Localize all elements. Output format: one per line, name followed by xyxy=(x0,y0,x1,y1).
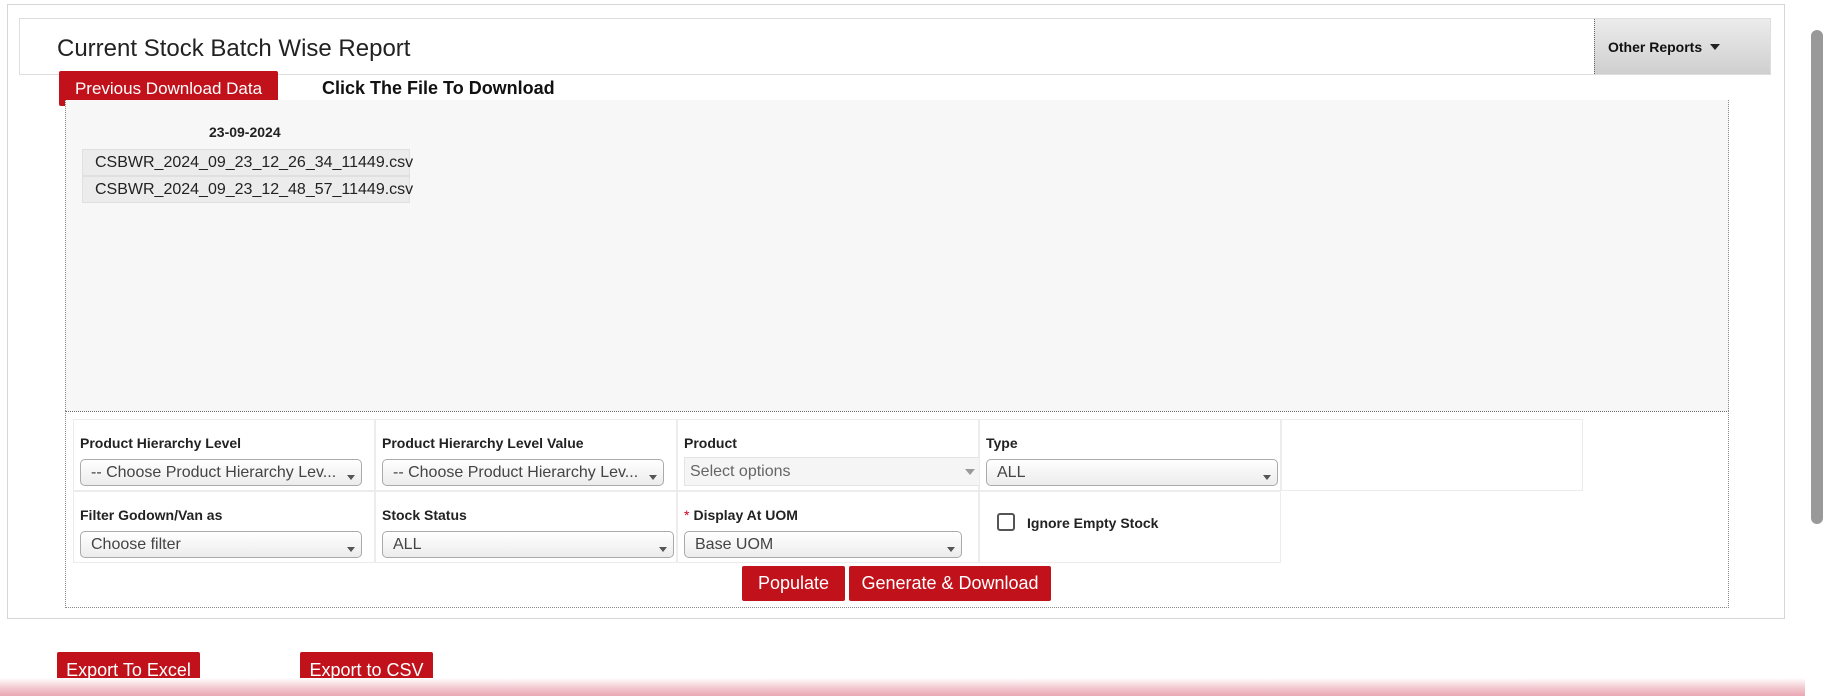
stock-status-label: Stock Status xyxy=(382,507,467,523)
product-label: Product xyxy=(684,435,737,451)
caret-down-icon xyxy=(1710,43,1721,50)
click-file-label: Click The File To Download xyxy=(322,78,555,98)
type-value: ALL xyxy=(997,464,1026,481)
required-marker: * xyxy=(684,507,690,523)
product-hierarchy-level-label: Product Hierarchy Level xyxy=(80,435,242,451)
footer-gradient xyxy=(0,678,1805,696)
stock-status-cell: Stock Status ALL xyxy=(375,491,677,563)
product-hierarchy-level-select[interactable]: -- Choose Product Hierarchy Lev... xyxy=(80,459,362,486)
chevron-down-icon xyxy=(347,475,355,480)
stock-status-value: ALL xyxy=(393,536,422,553)
product-hierarchy-level-cell: Product Hierarchy Level -- Choose Produc… xyxy=(73,419,375,491)
chevron-down-icon xyxy=(659,547,667,552)
product-hierarchy-level-value: -- Choose Product Hierarchy Lev... xyxy=(91,464,337,481)
filter-godown-select[interactable]: Choose filter xyxy=(80,531,362,558)
populate-button[interactable]: Populate xyxy=(742,566,845,601)
type-select[interactable]: ALL xyxy=(986,459,1278,486)
product-cell: Product Select options xyxy=(677,419,982,491)
filter-godown-label: Filter Godown/Van as xyxy=(80,507,223,523)
chevron-down-icon xyxy=(1263,475,1271,480)
display-uom-value: Base UOM xyxy=(695,536,774,553)
product-hierarchy-level-value-label: Product Hierarchy Level Value xyxy=(382,435,584,451)
filter-godown-value: Choose filter xyxy=(91,536,181,553)
download-date: 23-09-2024 xyxy=(209,124,281,140)
empty-filter-cell xyxy=(1281,419,1583,491)
display-uom-select[interactable]: Base UOM xyxy=(684,531,962,558)
other-reports-dropdown[interactable]: Other Reports xyxy=(1594,19,1770,74)
chevron-down-icon xyxy=(947,547,955,552)
chevron-down-icon xyxy=(347,547,355,552)
chevron-down-icon xyxy=(649,475,657,480)
product-multiselect[interactable]: Select options xyxy=(684,457,982,486)
other-reports-label: Other Reports xyxy=(1608,38,1703,55)
scrollbar-thumb[interactable] xyxy=(1811,30,1823,524)
product-hierarchy-level-value-select[interactable]: -- Choose Product Hierarchy Lev... xyxy=(382,459,664,486)
ignore-empty-stock-checkbox[interactable] xyxy=(997,513,1015,531)
product-hierarchy-level-value-cell: Product Hierarchy Level Value -- Choose … xyxy=(375,419,677,491)
display-uom-cell: * Display At UOM Base UOM xyxy=(677,491,979,563)
display-uom-label-text: Display At UOM xyxy=(693,507,798,523)
ignore-empty-stock-cell: Ignore Empty Stock xyxy=(979,491,1281,563)
page-title: Current Stock Batch Wise Report xyxy=(57,35,411,62)
chevron-down-icon xyxy=(965,469,975,475)
filter-godown-cell: Filter Godown/Van as Choose filter xyxy=(73,491,375,563)
download-file-link[interactable]: CSBWR_2024_09_23_12_48_57_11449.csv xyxy=(82,176,413,203)
product-placeholder: Select options xyxy=(690,463,791,480)
download-files-panel: 23-09-2024 CSBWR_2024_09_23_12_26_34_114… xyxy=(65,100,1729,411)
type-label: Type xyxy=(986,435,1018,451)
generate-download-button[interactable]: Generate & Download xyxy=(849,566,1051,601)
download-file-link[interactable]: CSBWR_2024_09_23_12_26_34_11449.csv xyxy=(82,149,413,176)
report-header: Current Stock Batch Wise Report Other Re… xyxy=(19,18,1771,75)
stock-status-select[interactable]: ALL xyxy=(382,531,674,558)
display-uom-label: * Display At UOM xyxy=(684,507,798,523)
filter-panel: Product Hierarchy Level -- Choose Produc… xyxy=(65,411,1729,608)
product-hierarchy-level-value-value: -- Choose Product Hierarchy Lev... xyxy=(393,464,639,481)
type-cell: Type ALL xyxy=(979,419,1281,491)
ignore-empty-stock-label: Ignore Empty Stock xyxy=(1027,515,1159,531)
